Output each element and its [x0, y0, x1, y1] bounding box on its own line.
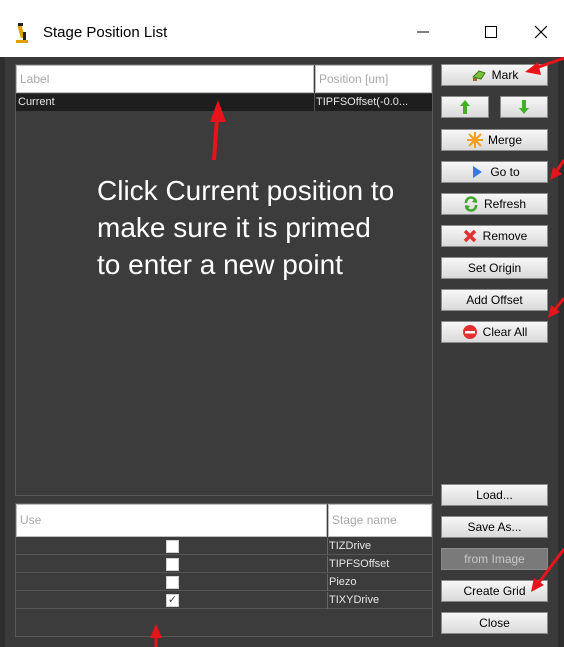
save-as-button[interactable]: Save As...: [441, 516, 548, 538]
column-divider: [327, 538, 328, 555]
clear-all-button[interactable]: Clear All: [441, 321, 548, 343]
go-to-label: Go to: [490, 165, 520, 179]
position-cell-label[interactable]: Current: [18, 94, 308, 111]
maximize-icon: [485, 26, 497, 38]
maximize-button[interactable]: [468, 12, 514, 52]
use-checkbox[interactable]: ✓: [166, 594, 179, 607]
play-icon: [473, 166, 483, 178]
use-checkbox[interactable]: [166, 540, 179, 553]
refresh-label: Refresh: [483, 197, 527, 211]
refresh-icon: [464, 196, 478, 212]
add-offset-label: Add Offset: [466, 293, 523, 307]
stage-name: TIZDrive: [329, 540, 372, 552]
save-as-label: Save As...: [467, 520, 522, 534]
column-divider: [327, 574, 328, 591]
minimize-icon: [417, 31, 429, 33]
window-title: Stage Position List: [43, 24, 168, 41]
close-window-button[interactable]: [518, 12, 564, 52]
merge-button[interactable]: Merge: [441, 129, 548, 151]
remove-x-icon: [463, 229, 476, 243]
mark-button[interactable]: Mark: [441, 64, 548, 86]
merge-icon: [466, 132, 483, 148]
column-header-label[interactable]: Label: [16, 65, 314, 93]
set-origin-label: Set Origin: [467, 261, 522, 275]
create-grid-label: Create Grid: [463, 584, 526, 598]
merge-label: Merge: [487, 133, 522, 147]
stage-name: Piezo: [329, 576, 357, 588]
use-checkbox[interactable]: [166, 576, 179, 589]
column-divider: [327, 556, 328, 573]
column-header-position[interactable]: Position [um]: [315, 65, 432, 93]
position-cell-value[interactable]: TIPFSOffset(-0.0...: [316, 94, 431, 111]
from-image-button[interactable]: from Image: [441, 548, 548, 570]
load-label: Load...: [476, 488, 513, 502]
stage-row[interactable]: Piezo: [16, 574, 432, 591]
refresh-button[interactable]: Refresh: [441, 193, 548, 215]
close-icon: [534, 25, 548, 39]
set-origin-button[interactable]: Set Origin: [441, 257, 548, 279]
column-header-stage-name[interactable]: Stage name: [328, 504, 432, 537]
stage-name: TIXYDrive: [329, 594, 380, 606]
column-divider: [327, 592, 328, 609]
column-divider: [314, 94, 315, 111]
column-header-use[interactable]: Use: [16, 504, 327, 537]
from-image-label: from Image: [464, 552, 525, 566]
go-to-button[interactable]: Go to: [441, 161, 548, 183]
stage-name: TIPFSOffset: [329, 558, 390, 570]
create-grid-button[interactable]: Create Grid: [441, 580, 548, 602]
remove-label: Remove: [482, 229, 528, 243]
no-entry-icon: [462, 325, 477, 339]
close-button[interactable]: Close: [441, 612, 548, 634]
mark-label: Mark: [491, 68, 519, 82]
add-offset-button[interactable]: Add Offset: [441, 289, 548, 311]
stage-table[interactable]: Use Stage name TIZDrive TIPFSOffset Piez…: [15, 503, 433, 637]
minimize-button[interactable]: [400, 12, 446, 52]
down-arrow-icon: [519, 100, 529, 114]
move-down-button[interactable]: [500, 96, 548, 118]
stage-row[interactable]: TIZDrive: [16, 538, 432, 555]
stage-row[interactable]: TIPFSOffset: [16, 556, 432, 573]
clear-all-label: Clear All: [482, 325, 528, 339]
microscope-app-icon: [16, 23, 28, 43]
use-checkbox[interactable]: [166, 558, 179, 571]
stage-row[interactable]: ✓ TIXYDrive: [16, 592, 432, 609]
remove-button[interactable]: Remove: [441, 225, 548, 247]
up-arrow-icon: [460, 100, 470, 114]
mark-icon: [471, 70, 486, 81]
move-up-button[interactable]: [441, 96, 489, 118]
annotation-text: Click Current position to make sure it i…: [97, 175, 395, 280]
load-button[interactable]: Load...: [441, 484, 548, 506]
close-label: Close: [479, 616, 510, 630]
